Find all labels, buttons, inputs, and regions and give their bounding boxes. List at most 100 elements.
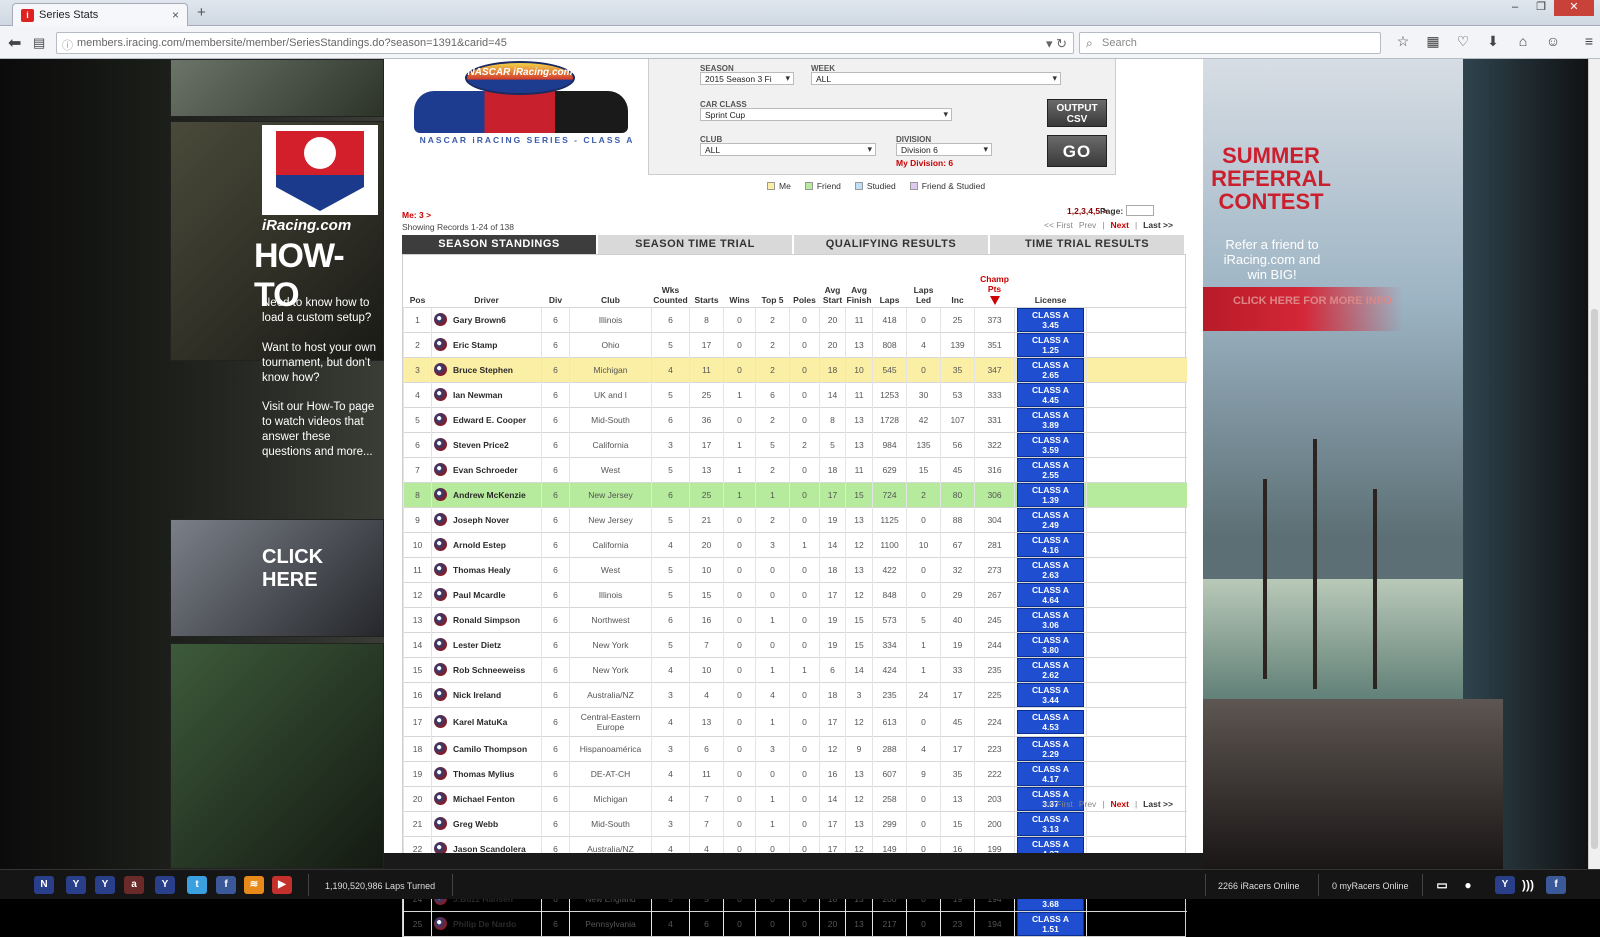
iracing-icon[interactable]: Y	[66, 876, 86, 894]
license-badge[interactable]: CLASS A 2.62	[1017, 657, 1085, 682]
cell-driver[interactable]: Paul Mcardle	[431, 581, 542, 607]
driver-name[interactable]: Karel MatuKa	[453, 717, 507, 727]
referral-ad-banner[interactable]: SUMMER REFERRAL CONTEST Refer a friend t…	[1203, 59, 1600, 869]
cell-driver[interactable]: Thomas Healy	[431, 556, 542, 582]
reload-icon[interactable]: ▾ ↻	[1046, 36, 1067, 52]
club-select[interactable]: ALL	[700, 143, 876, 156]
browser-tab[interactable]: i Series Stats ×	[12, 3, 188, 26]
close-window-icon[interactable]: ✕	[1554, 0, 1594, 16]
first-page-link[interactable]: << First	[1044, 220, 1073, 230]
youtube-icon[interactable]: ▶	[272, 876, 292, 894]
driver-name[interactable]: Philip De Nardo	[453, 919, 516, 929]
back-icon[interactable]: ⬅	[8, 33, 21, 53]
driver-name[interactable]: Steven Price2	[453, 440, 509, 450]
downloads-icon[interactable]: ⬇	[1482, 33, 1504, 50]
maximize-icon[interactable]: ❐	[1528, 0, 1554, 16]
license-badge[interactable]: CLASS A 4.16	[1017, 532, 1085, 557]
license-badge[interactable]: CLASS A 2.55	[1017, 457, 1085, 482]
license-badge[interactable]: CLASS A 3.44	[1017, 682, 1085, 707]
driver-name[interactable]: Eric Stamp	[453, 340, 497, 350]
column-header[interactable]: Club	[570, 255, 652, 307]
driver-name[interactable]: Edward E. Cooper	[453, 415, 526, 425]
cell-driver[interactable]: Arnold Estep	[431, 531, 542, 557]
tab-season-time-trial[interactable]: SEASON TIME TRIAL	[598, 235, 794, 254]
last-page-link[interactable]: Last >>	[1143, 799, 1173, 809]
license-badge[interactable]: CLASS A 2.49	[1017, 507, 1085, 532]
cell-driver[interactable]: Steven Price2	[431, 431, 542, 457]
driver-name[interactable]: Bruce Stephen	[453, 365, 513, 375]
cell-driver[interactable]: Joseph Nover	[431, 506, 542, 532]
license-badge[interactable]: CLASS A 3.89	[1017, 407, 1085, 432]
cell-driver[interactable]: Lester Dietz	[431, 631, 542, 657]
series-icon[interactable]: Y	[95, 876, 115, 894]
driver-name[interactable]: Greg Webb	[453, 819, 498, 829]
page-input[interactable]	[1126, 205, 1155, 216]
cell-driver[interactable]: Ronald Simpson	[431, 606, 542, 632]
division-select[interactable]: Division 6	[896, 143, 992, 156]
facebook-icon[interactable]: f	[216, 876, 236, 894]
close-tab-icon[interactable]: ×	[172, 8, 179, 22]
column-header[interactable]: Wins	[724, 255, 756, 307]
home-icon[interactable]: ⌂	[1512, 33, 1534, 50]
column-header[interactable]: Top 5	[756, 255, 790, 307]
cell-driver[interactable]: Edward E. Cooper	[431, 406, 542, 432]
column-header[interactable]: Div	[542, 255, 570, 307]
me-jump-link[interactable]: Me: 3 >	[402, 210, 431, 220]
minimize-icon[interactable]: ‒	[1502, 0, 1528, 16]
cell-driver[interactable]: Bruce Stephen	[431, 356, 542, 382]
column-header[interactable]: Champ Pts	[975, 255, 1015, 307]
license-badge[interactable]: CLASS A 2.65	[1017, 357, 1085, 382]
last-page-link[interactable]: Last >>	[1143, 220, 1173, 230]
pocket-icon[interactable]: ♡	[1452, 33, 1474, 50]
prev-page-link[interactable]: Prev	[1079, 220, 1096, 230]
search-box[interactable]: ⌕ Search	[1079, 32, 1381, 54]
license-badge[interactable]: CLASS A 3.59	[1017, 432, 1085, 457]
driver-name[interactable]: Michael Fenton	[453, 794, 515, 804]
license-badge[interactable]: CLASS A 4.45	[1017, 382, 1085, 407]
driver-name[interactable]: Gary Brown6	[453, 315, 506, 325]
first-page-link[interactable]: << First	[1044, 799, 1073, 809]
next-page-link[interactable]: Next	[1111, 799, 1129, 809]
column-header[interactable]: Laps	[873, 255, 907, 307]
license-badge[interactable]: CLASS A 2.63	[1017, 557, 1085, 582]
license-badge[interactable]: CLASS A 3.06	[1017, 607, 1085, 632]
address-bar[interactable]: ⓘ members.iracing.com/membersite/member/…	[56, 32, 1074, 54]
driver-name[interactable]: Arnold Estep	[453, 540, 506, 550]
tab-qualifying-results[interactable]: QUALIFYING RESULTS	[794, 235, 990, 254]
howto-ad-banner[interactable]: iRacing.com HOW-TO Need to know how to l…	[0, 59, 384, 869]
bookmarks-list-icon[interactable]: ▦	[1422, 33, 1444, 50]
cell-driver[interactable]: Rob Schneeweiss	[431, 656, 542, 682]
news-icon[interactable]: N	[34, 876, 54, 894]
car-class-select[interactable]: Sprint Cup	[700, 108, 952, 121]
ad-more-info-button[interactable]: CLICK HERE FOR MORE INFO	[1203, 287, 1403, 331]
license-badge[interactable]: CLASS A 3.45	[1017, 307, 1085, 332]
cell-driver[interactable]: Camilo Thompson	[431, 735, 542, 761]
cell-driver[interactable]: Ian Newman	[431, 381, 542, 407]
license-badge[interactable]: CLASS A 3.13	[1017, 811, 1085, 836]
menu-icon[interactable]: ≡	[1578, 33, 1600, 50]
cell-driver[interactable]: Andrew McKenzie	[431, 481, 542, 507]
cell-driver[interactable]: Karel MatuKa	[431, 706, 542, 736]
cell-driver[interactable]: Evan Schroeder	[431, 456, 542, 482]
column-header[interactable]: Avg Finish	[846, 255, 873, 307]
messages-icon[interactable]: ▭	[1432, 876, 1452, 894]
cell-driver[interactable]: Eric Stamp	[431, 331, 542, 357]
driver-name[interactable]: Ronald Simpson	[453, 615, 520, 625]
facebook-icon[interactable]: f	[1546, 876, 1566, 894]
license-badge[interactable]: CLASS A 2.29	[1017, 736, 1085, 761]
driver-name[interactable]: Nick Ireland	[453, 690, 501, 700]
tab-season-standings[interactable]: SEASON STANDINGS	[402, 235, 598, 254]
driver-name[interactable]: Thomas Healy	[453, 565, 511, 575]
bookmark-star-icon[interactable]: ☆	[1392, 33, 1414, 50]
reader-icon[interactable]: ▤	[33, 35, 45, 51]
column-header[interactable]: Inc	[941, 255, 975, 307]
status-icon[interactable]: ●	[1458, 876, 1478, 894]
license-badge[interactable]: CLASS A 4.53	[1017, 709, 1085, 734]
license-badge[interactable]: CLASS A 4.64	[1017, 582, 1085, 607]
week-select[interactable]: ALL	[811, 72, 1061, 85]
column-header[interactable]: Laps Led	[907, 255, 941, 307]
chat-icon[interactable]: ☺	[1542, 33, 1564, 50]
cell-driver[interactable]: Greg Webb	[431, 810, 542, 836]
driver-name[interactable]: Ian Newman	[453, 390, 503, 400]
driver-name[interactable]: Thomas Mylius	[453, 769, 514, 779]
